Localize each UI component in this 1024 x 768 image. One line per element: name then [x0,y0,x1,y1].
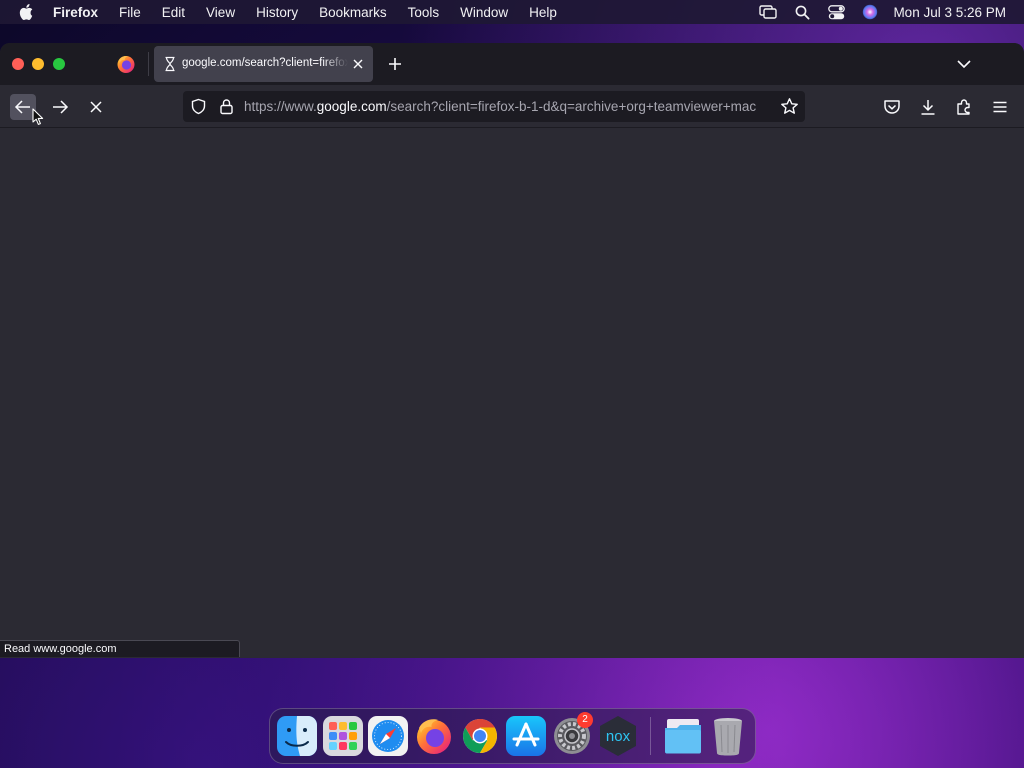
dock-downloads-folder-icon[interactable] [662,715,704,757]
menu-tools[interactable]: Tools [408,5,440,20]
apple-menu-icon[interactable] [18,4,34,20]
tab-separator [148,52,149,76]
dock: 2 nox [269,708,756,764]
system-settings-badge: 2 [577,712,593,728]
mouse-pointer-icon [32,108,44,125]
downloads-icon[interactable] [918,97,938,117]
dock-trash-icon[interactable] [707,715,749,757]
menu-app-firefox[interactable]: Firefox [53,5,98,20]
extensions-puzzle-icon[interactable] [954,97,974,117]
arrow-right-icon [53,100,69,114]
screen-mirroring-icon[interactable] [759,3,778,21]
pocket-icon[interactable] [882,97,902,117]
menu-clock[interactable]: Mon Jul 3 5:26 PM [893,5,1006,20]
control-center-icon[interactable] [827,3,845,21]
menu-bar: Firefox File Edit View History Bookmarks… [0,0,1024,24]
new-tab-icon[interactable] [386,55,404,73]
tab-bar: google.com/search?client=firefox-b-1-d&q… [0,43,1024,85]
list-all-tabs-chevron-down-icon[interactable] [955,55,973,73]
arrow-left-icon [14,100,30,114]
dock-launchpad-icon[interactable] [322,715,364,757]
menu-window[interactable]: Window [460,5,508,20]
siri-icon[interactable] [861,3,879,21]
stop-loading-button[interactable] [83,94,109,120]
firefox-window: google.com/search?client=firefox-b-1-d&q… [0,43,1024,658]
url-domain: google.com [316,99,387,114]
dock-chrome-icon[interactable] [459,715,501,757]
forward-button[interactable] [47,94,73,120]
dock-finder-icon[interactable] [276,715,318,757]
status-panel: Read www.google.com [0,640,240,657]
close-icon [90,101,102,113]
dock-safari-icon[interactable] [367,715,409,757]
window-close-button[interactable] [12,58,24,70]
bookmark-star-icon[interactable] [780,97,799,116]
url-text[interactable]: https://www.google.com/search?client=fir… [244,99,772,116]
menu-bookmarks[interactable]: Bookmarks [319,5,387,20]
window-minimize-button[interactable] [32,58,44,70]
url-path: /search?client=firefox-b-1-d&q=archive+o… [386,99,757,114]
svg-text:nox: nox [606,728,631,745]
tab-close-icon[interactable] [351,57,365,71]
lock-icon[interactable] [219,98,234,115]
menu-history[interactable]: History [256,5,298,20]
menu-edit[interactable]: Edit [162,5,185,20]
navigation-toolbar: https://www.google.com/search?client=fir… [0,85,1024,128]
dock-separator [650,717,651,755]
dock-firefox-icon[interactable] [413,715,455,757]
menu-file[interactable]: File [119,5,141,20]
page-content-area[interactable] [0,128,1024,658]
tab-title: google.com/search?client=firefox-b-1-d&q… [182,57,348,69]
hamburger-menu-icon[interactable] [990,97,1010,117]
url-bar[interactable]: https://www.google.com/search?client=fir… [183,91,805,122]
hourglass-icon [163,56,177,72]
url-prefix: https://www. [244,99,317,114]
menu-help[interactable]: Help [529,5,557,20]
menu-view[interactable]: View [206,5,235,20]
firefox-view-icon[interactable] [116,54,136,74]
tab-google-search[interactable]: google.com/search?client=firefox-b-1-d&q… [154,46,373,82]
spotlight-search-icon[interactable] [793,3,811,21]
dock-noxplayer-icon[interactable]: nox [597,715,639,757]
window-zoom-button[interactable] [53,58,65,70]
tracking-protection-shield-icon[interactable] [190,98,207,115]
dock-app-store-icon[interactable] [505,715,547,757]
